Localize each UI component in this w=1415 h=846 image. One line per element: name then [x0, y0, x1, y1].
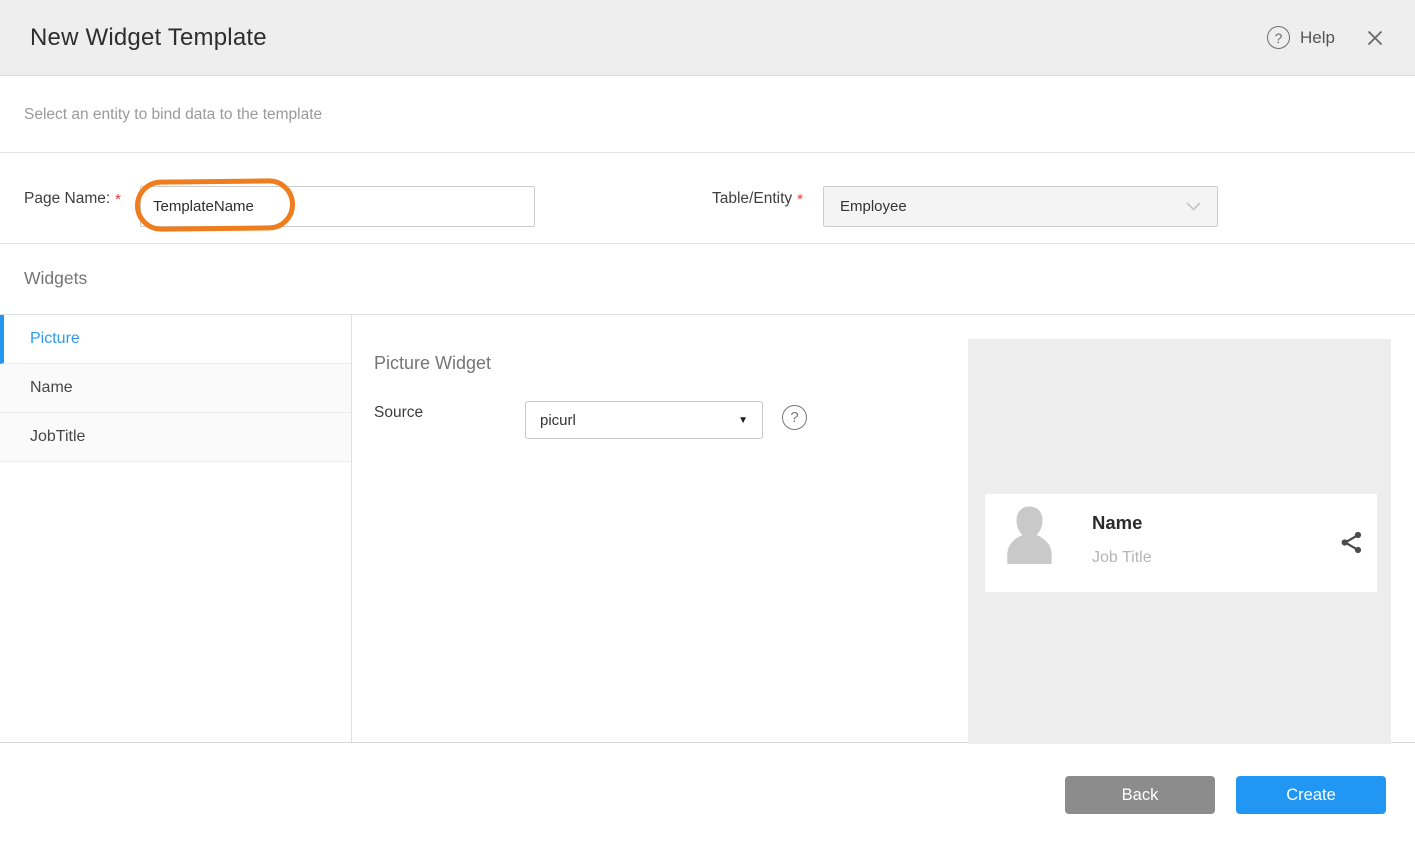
- person-silhouette-icon: [1007, 505, 1052, 569]
- subtitle-bar: Select an entity to bind data to the tem…: [0, 77, 1415, 152]
- widgets-content: Picture Name JobTitle Picture Widget Sou…: [0, 314, 1415, 743]
- help-label[interactable]: Help: [1300, 28, 1335, 48]
- table-entity-label: Table/Entity *: [712, 153, 803, 245]
- dropdown-arrow-icon: ▼: [738, 415, 748, 426]
- sidebar-item-picture[interactable]: Picture: [0, 315, 351, 364]
- required-asterisk: *: [797, 191, 803, 208]
- widget-editor-panel: Picture Widget Source picurl ▼ ? Name: [353, 315, 1415, 742]
- sidebar-item-jobtitle[interactable]: JobTitle: [0, 413, 351, 462]
- preview-job-title: Job Title: [1092, 549, 1152, 567]
- source-help-button[interactable]: ?: [782, 405, 807, 430]
- question-circle-icon[interactable]: ?: [782, 405, 807, 430]
- page-name-input[interactable]: [140, 186, 535, 227]
- required-asterisk: *: [115, 191, 121, 208]
- help-icon[interactable]: ?: [1267, 26, 1290, 49]
- sidebar-item-name[interactable]: Name: [0, 364, 351, 413]
- source-select-value: picurl: [540, 412, 576, 429]
- widget-preview-panel: Name Job Title: [968, 339, 1391, 744]
- sidebar-item-label: Picture: [30, 330, 80, 348]
- chevron-down-icon: [1186, 202, 1201, 211]
- dialog-header: New Widget Template ? Help: [0, 0, 1415, 76]
- subtitle-text: Select an entity to bind data to the tem…: [24, 106, 322, 124]
- preview-name: Name: [1092, 512, 1152, 534]
- sidebar-item-label: Name: [30, 379, 73, 397]
- source-select[interactable]: picurl ▼: [525, 401, 763, 439]
- preview-card-texts: Name Job Title: [1092, 512, 1152, 567]
- sidebar-item-label: JobTitle: [30, 428, 85, 446]
- source-label: Source: [374, 404, 423, 422]
- help-button[interactable]: ? Help: [1267, 26, 1335, 49]
- share-icon: [1339, 530, 1364, 555]
- widgets-heading: Widgets: [24, 268, 87, 289]
- page-name-label: Page Name: *: [24, 153, 121, 245]
- binding-form-row: Page Name: * Table/Entity * Employee: [0, 152, 1415, 244]
- page-title: New Widget Template: [30, 24, 267, 52]
- preview-card: Name Job Title: [985, 494, 1377, 592]
- close-icon[interactable]: [1365, 28, 1385, 48]
- editor-heading: Picture Widget: [374, 353, 491, 374]
- widget-list-sidebar: Picture Name JobTitle: [0, 315, 352, 742]
- back-button[interactable]: Back: [1065, 776, 1215, 814]
- table-entity-dropdown[interactable]: Employee: [823, 186, 1218, 227]
- create-button[interactable]: Create: [1236, 776, 1386, 814]
- new-widget-template-dialog: New Widget Template ? Help Select an ent…: [0, 0, 1415, 846]
- table-entity-value: Employee: [840, 198, 907, 215]
